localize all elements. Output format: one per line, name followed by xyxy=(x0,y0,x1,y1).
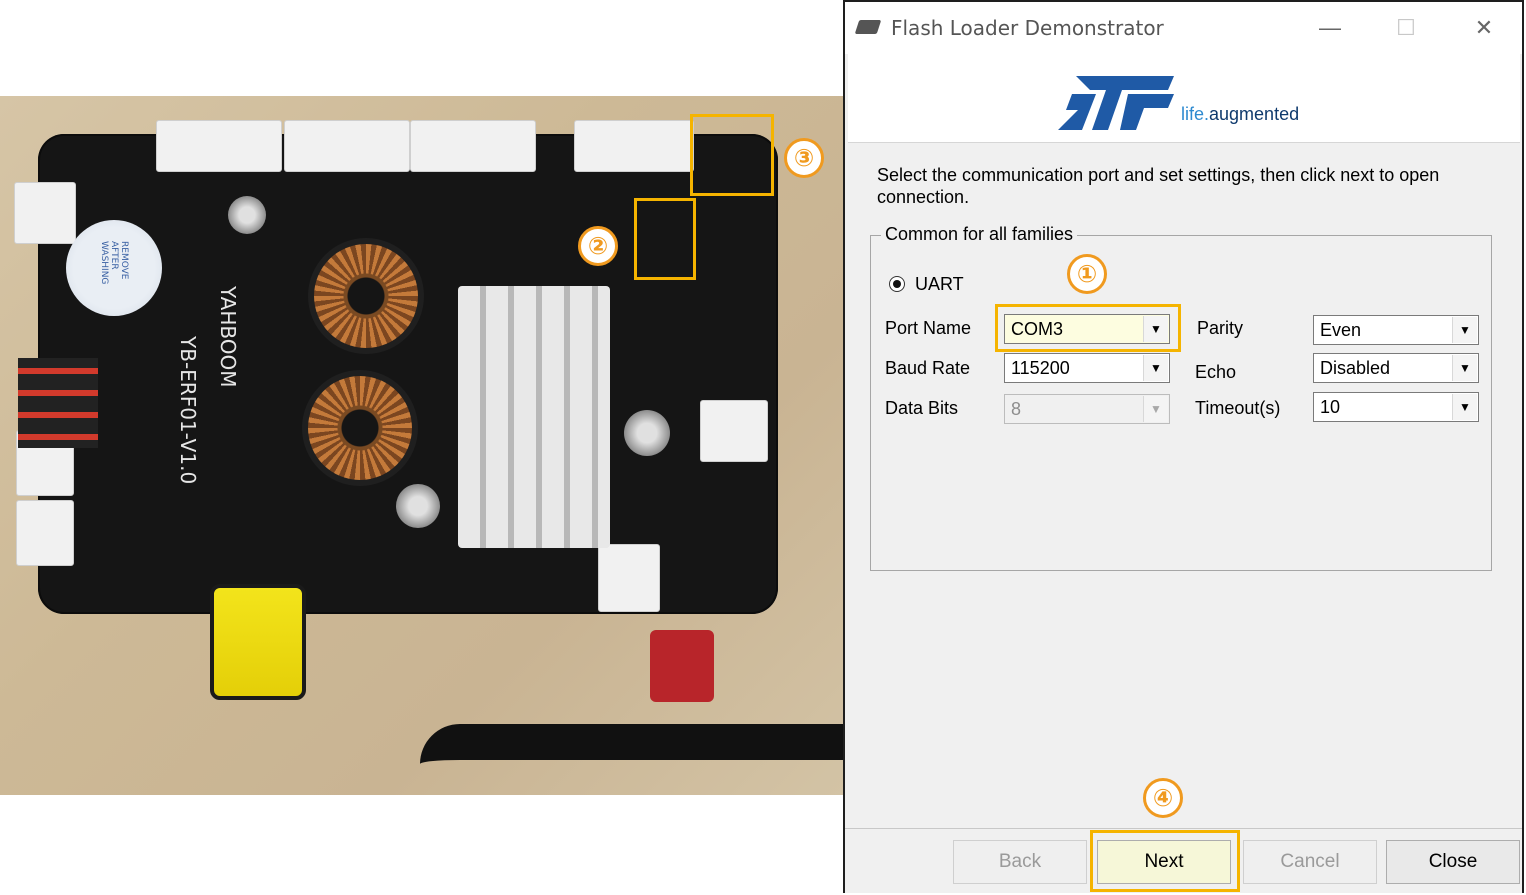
close-button[interactable]: Close xyxy=(1386,840,1520,884)
back-button[interactable]: Back xyxy=(953,840,1087,884)
motor-connector-4 xyxy=(574,120,694,172)
motor-connector-3 xyxy=(410,120,536,172)
data-bits-select: 8 ▼ xyxy=(1004,394,1170,424)
highlight-next-button xyxy=(1090,830,1240,892)
maximize-button[interactable]: ☐ xyxy=(1385,10,1427,46)
flash-loader-dialog: Flash Loader Demonstrator — ☐ ✕ life.aug… xyxy=(843,0,1524,893)
branding-banner: life.augmented xyxy=(848,54,1520,143)
step-marker-4: ④ xyxy=(1143,778,1183,818)
highlight-reset-button xyxy=(690,114,774,196)
step-marker-1: ① xyxy=(1067,254,1107,294)
red-power-plug xyxy=(650,630,714,702)
close-window-button[interactable]: ✕ xyxy=(1463,10,1505,46)
window-title: Flash Loader Demonstrator xyxy=(891,16,1164,40)
minimize-button[interactable]: — xyxy=(1309,10,1351,46)
baud-rate-select[interactable]: 115200 ▼ xyxy=(1004,353,1170,383)
timeout-select[interactable]: 10 ▼ xyxy=(1313,392,1479,422)
title-bar[interactable]: Flash Loader Demonstrator — ☐ ✕ xyxy=(845,2,1522,54)
bottom-connector xyxy=(598,544,660,612)
side-connector-top xyxy=(14,182,76,244)
brand-tagline: life.augmented xyxy=(1181,104,1299,125)
radio-selected-dot xyxy=(893,280,901,288)
board-photo: REMOVE AFTER WASHING YB-ERF01-V1.0 YAHBO… xyxy=(0,96,843,795)
board-model-label: YB-ERF01-V1.0 xyxy=(176,336,200,485)
capacitor-1 xyxy=(228,196,266,234)
parity-value: Even xyxy=(1320,320,1362,340)
inductor-top xyxy=(314,244,418,348)
step-marker-2: ② xyxy=(578,226,618,266)
inductor-bottom xyxy=(308,376,412,480)
timeout-label: Timeout(s) xyxy=(1195,398,1281,418)
board-brand-label: YAHBOOM xyxy=(216,286,240,388)
echo-label: Echo xyxy=(1195,362,1237,382)
chevron-down-icon[interactable]: ▼ xyxy=(1452,394,1477,420)
power-connector xyxy=(700,400,768,462)
capacitor-2 xyxy=(396,484,440,528)
parity-label: Parity xyxy=(1197,318,1244,338)
yellow-capacitor xyxy=(210,584,306,700)
port-name-label: Port Name xyxy=(885,318,972,338)
highlight-key-button xyxy=(634,198,696,280)
uart-radio[interactable] xyxy=(889,276,905,292)
data-bits-label: Data Bits xyxy=(885,398,959,418)
echo-select[interactable]: Disabled ▼ xyxy=(1313,353,1479,383)
chevron-down-icon[interactable]: ▼ xyxy=(1452,317,1477,343)
parity-select[interactable]: Even ▼ xyxy=(1313,315,1479,345)
chevron-down-icon[interactable]: ▼ xyxy=(1452,355,1477,381)
heatsink xyxy=(458,286,610,548)
chevron-down-icon: ▼ xyxy=(1143,396,1168,422)
group-title: Common for all families xyxy=(881,224,1078,245)
step-marker-3: ③ xyxy=(784,138,824,178)
data-bits-value: 8 xyxy=(1011,399,1022,419)
st-logo-icon xyxy=(1058,76,1174,130)
echo-value: Disabled xyxy=(1320,358,1391,378)
capacitor-3 xyxy=(624,410,670,456)
tagline-suffix: augmented xyxy=(1209,104,1300,124)
cancel-button[interactable]: Cancel xyxy=(1243,840,1377,884)
highlight-port-name xyxy=(995,304,1181,352)
motor-connector-1 xyxy=(156,120,282,172)
timeout-value: 10 xyxy=(1320,397,1341,417)
usb-cable xyxy=(420,724,843,795)
motor-connector-2 xyxy=(284,120,410,172)
side-connector-can xyxy=(16,500,74,566)
instruction-text: Select the communication port and set se… xyxy=(877,165,1440,207)
baud-rate-value: 115200 xyxy=(1011,358,1070,378)
pin-header xyxy=(18,358,98,448)
tagline-prefix: life. xyxy=(1181,104,1210,124)
app-chip-icon xyxy=(854,20,882,34)
baud-rate-label: Baud Rate xyxy=(885,358,971,378)
buzzer-label: REMOVE AFTER WASHING xyxy=(99,241,129,285)
uart-label: UART xyxy=(915,274,964,294)
chevron-down-icon[interactable]: ▼ xyxy=(1143,355,1168,381)
